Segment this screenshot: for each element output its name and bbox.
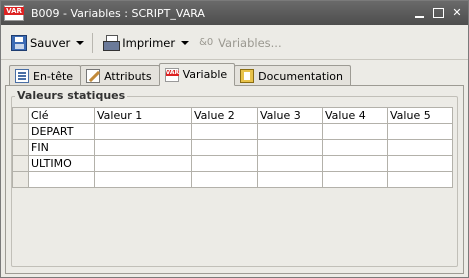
- title-bar[interactable]: VAR B009 - Variables : SCRIPT_VARA ✕: [1, 1, 468, 25]
- header-icon: [15, 69, 29, 83]
- table-cell[interactable]: [94, 171, 192, 188]
- table-cell[interactable]: [191, 123, 258, 140]
- tab-label: Variable: [182, 68, 228, 81]
- attributes-icon: [86, 69, 101, 83]
- table-cell[interactable]: [257, 139, 323, 156]
- documentation-icon: [240, 69, 255, 83]
- printer-icon: [103, 34, 121, 51]
- print-dropdown-arrow-icon[interactable]: [181, 40, 190, 45]
- save-icon: [11, 34, 27, 51]
- tab-label: Documentation: [258, 69, 343, 83]
- table-row: [12, 171, 453, 188]
- save-dropdown-arrow-icon[interactable]: [76, 40, 85, 45]
- table-cell[interactable]: [257, 123, 323, 140]
- table-cell[interactable]: [322, 139, 388, 156]
- table-cell[interactable]: [94, 123, 192, 140]
- table-row: ULTIMO: [12, 155, 453, 172]
- print-label: Imprimer: [122, 35, 176, 50]
- group-title: Valeurs statiques: [15, 89, 128, 102]
- row-selector[interactable]: [12, 171, 29, 188]
- table-cell[interactable]: [94, 139, 192, 156]
- table-cell[interactable]: [191, 139, 258, 156]
- tab-label: Attributs: [104, 69, 152, 83]
- tab-bar: En-tête Attributs Variable Documentation: [9, 63, 351, 86]
- column-header-value1[interactable]: Valeur 1: [94, 107, 192, 124]
- maximize-button[interactable]: [433, 8, 444, 18]
- row-header-corner[interactable]: [12, 107, 29, 124]
- static-values-table[interactable]: Clé Valeur 1 Value 2 Value 3 Value 4 Val…: [12, 107, 453, 188]
- save-button[interactable]: Sauver: [11, 34, 85, 51]
- tab-documentation[interactable]: Documentation: [234, 65, 351, 86]
- tab-variable[interactable]: Variable: [158, 63, 236, 86]
- icon-tag: VAR: [4, 7, 24, 15]
- row-selector[interactable]: [12, 123, 29, 140]
- table-cell[interactable]: FIN: [28, 139, 95, 156]
- variable-icon: [164, 67, 180, 82]
- table-cell[interactable]: [257, 171, 323, 188]
- variables-button[interactable]: &0 Variables...: [199, 35, 282, 51]
- table-cell[interactable]: [387, 139, 453, 156]
- table-cell[interactable]: [94, 155, 192, 172]
- variables-window: VAR B009 - Variables : SCRIPT_VARA ✕ Sau…: [0, 0, 469, 278]
- table-cell[interactable]: [322, 155, 388, 172]
- table-cell[interactable]: [257, 155, 323, 172]
- table-cell[interactable]: ULTIMO: [28, 155, 95, 172]
- table-cell[interactable]: [387, 123, 453, 140]
- table-cell[interactable]: [387, 171, 453, 188]
- tab-label: En-tête: [33, 69, 74, 83]
- variable-object-icon: VAR: [4, 5, 24, 21]
- toolbar-separator: [92, 32, 94, 53]
- column-header-value2[interactable]: Value 2: [191, 107, 258, 124]
- column-header-value3[interactable]: Value 3: [257, 107, 323, 124]
- variables-label: Variables...: [218, 35, 282, 50]
- table-cell[interactable]: [191, 171, 258, 188]
- column-header-key[interactable]: Clé: [28, 107, 95, 124]
- table-cell[interactable]: [28, 171, 95, 188]
- table-cell[interactable]: DEPART: [28, 123, 95, 140]
- tab-attributes[interactable]: Attributs: [80, 65, 160, 86]
- close-button[interactable]: ✕: [450, 6, 464, 20]
- table-row: FIN: [12, 139, 453, 156]
- table-cell[interactable]: [322, 171, 388, 188]
- minimize-button[interactable]: [413, 6, 427, 20]
- window-title: B009 - Variables : SCRIPT_VARA: [31, 6, 205, 20]
- table-row: DEPART: [12, 123, 453, 140]
- column-header-value4[interactable]: Value 4: [322, 107, 388, 124]
- print-button[interactable]: Imprimer: [103, 34, 190, 51]
- table-header-row: Clé Valeur 1 Value 2 Value 3 Value 4 Val…: [12, 107, 453, 124]
- save-label: Sauver: [30, 35, 71, 50]
- table-cell[interactable]: [322, 123, 388, 140]
- column-header-value5[interactable]: Value 5: [387, 107, 453, 124]
- row-selector[interactable]: [12, 155, 29, 172]
- table-cell[interactable]: [387, 155, 453, 172]
- tab-header[interactable]: En-tête: [9, 65, 82, 86]
- table-cell[interactable]: [191, 155, 258, 172]
- toolbar: Sauver Imprimer &0 Variables...: [1, 26, 468, 60]
- variables-icon: &0: [199, 36, 214, 48]
- row-selector[interactable]: [12, 139, 29, 156]
